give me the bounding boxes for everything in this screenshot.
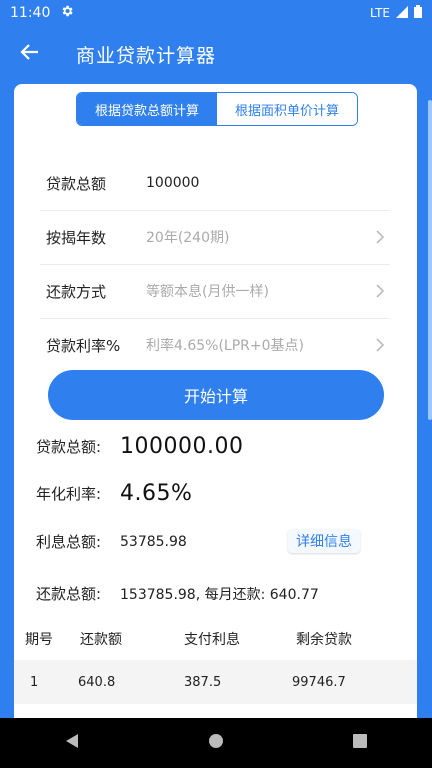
status-time: 11:40 xyxy=(10,5,51,21)
cell-remaining: 99746.7 xyxy=(292,674,346,690)
nav-recents-button[interactable] xyxy=(330,718,390,768)
result-total-interest: 利息总额: 53785.98 xyxy=(36,531,187,552)
status-bar: 11:40 LTE xyxy=(0,0,432,26)
app-title: 商业贷款计算器 xyxy=(76,44,217,67)
loan-amount-input[interactable]: 100000 xyxy=(146,175,390,191)
square-recents-icon xyxy=(352,733,368,753)
calculator-card: 根据贷款总额计算 根据面积单价计算 贷款总额 100000 按揭年数 20年(2… xyxy=(14,84,417,724)
result-total-repay: 还款总额: 153785.98, 每月还款: 640.77 xyxy=(36,583,319,604)
nav-back-button[interactable] xyxy=(42,718,102,768)
result-total-loan-value: 100000.00 xyxy=(120,434,244,459)
rate-row[interactable]: 贷款利率% 利率4.65%(LPR+0基点) xyxy=(40,318,390,372)
result-annual-rate-label: 年化利率: xyxy=(36,485,102,503)
rate-label: 贷款利率% xyxy=(46,336,121,355)
result-total-interest-value: 53785.98 xyxy=(120,533,187,550)
loan-amount-label: 贷款总额 xyxy=(46,174,107,193)
chevron-right-icon xyxy=(370,229,390,245)
header-period: 期号 xyxy=(25,632,53,648)
years-select[interactable]: 20年(240期) xyxy=(146,227,370,247)
nav-home-button[interactable] xyxy=(186,718,246,768)
settings-gear-icon xyxy=(60,4,74,22)
method-row[interactable]: 还款方式 等额本息(月供一样) xyxy=(40,264,390,319)
result-total-repay-label: 还款总额: xyxy=(36,585,102,603)
system-nav-bar xyxy=(0,718,432,768)
cell-payment: 640.8 xyxy=(78,674,116,690)
header-interest: 支付利息 xyxy=(184,632,240,648)
rate-select[interactable]: 利率4.65%(LPR+0基点) xyxy=(146,335,370,355)
start-calculate-button[interactable]: 开始计算 xyxy=(48,370,384,420)
signal-icon xyxy=(396,5,408,21)
app-bar: 商业贷款计算器 xyxy=(0,26,432,82)
method-label: 还款方式 xyxy=(46,282,107,301)
detail-info-button[interactable]: 详细信息 xyxy=(288,529,360,553)
header-payment: 还款额 xyxy=(80,632,122,648)
chevron-right-icon xyxy=(370,337,390,353)
back-button[interactable] xyxy=(0,26,60,82)
tab-by-area-price[interactable]: 根据面积单价计算 xyxy=(217,93,357,125)
arrow-left-icon xyxy=(20,42,40,66)
chevron-right-icon xyxy=(370,283,390,299)
result-total-loan: 贷款总额: 100000.00 xyxy=(36,434,243,459)
circle-home-icon xyxy=(208,733,224,753)
result-total-loan-label: 贷款总额: xyxy=(36,438,102,456)
method-select[interactable]: 等额本息(月供一样) xyxy=(146,281,370,301)
loan-amount-row[interactable]: 贷款总额 100000 xyxy=(40,156,390,211)
result-annual-rate-value: 4.65% xyxy=(120,481,193,506)
network-label: LTE xyxy=(370,6,390,20)
result-annual-rate: 年化利率: 4.65% xyxy=(36,481,192,506)
table-row: 1 640.8 387.5 99746.7 xyxy=(14,660,417,704)
schedule-table-header: 期号 还款额 支付利息 剩余贷款 xyxy=(14,622,417,656)
result-total-interest-label: 利息总额: xyxy=(36,533,102,551)
triangle-back-icon xyxy=(64,733,80,753)
cell-period: 1 xyxy=(30,674,39,690)
cell-interest: 387.5 xyxy=(184,674,222,690)
tab-by-loan-amount[interactable]: 根据贷款总额计算 xyxy=(77,93,217,125)
battery-icon xyxy=(414,5,422,21)
mode-tabs: 根据贷款总额计算 根据面积单价计算 xyxy=(76,92,358,126)
scrollbar[interactable] xyxy=(428,100,432,420)
header-remaining: 剩余贷款 xyxy=(296,632,352,648)
result-total-repay-value: 153785.98, 每月还款: 640.77 xyxy=(120,586,319,603)
years-row[interactable]: 按揭年数 20年(240期) xyxy=(40,210,390,265)
years-label: 按揭年数 xyxy=(46,228,107,247)
